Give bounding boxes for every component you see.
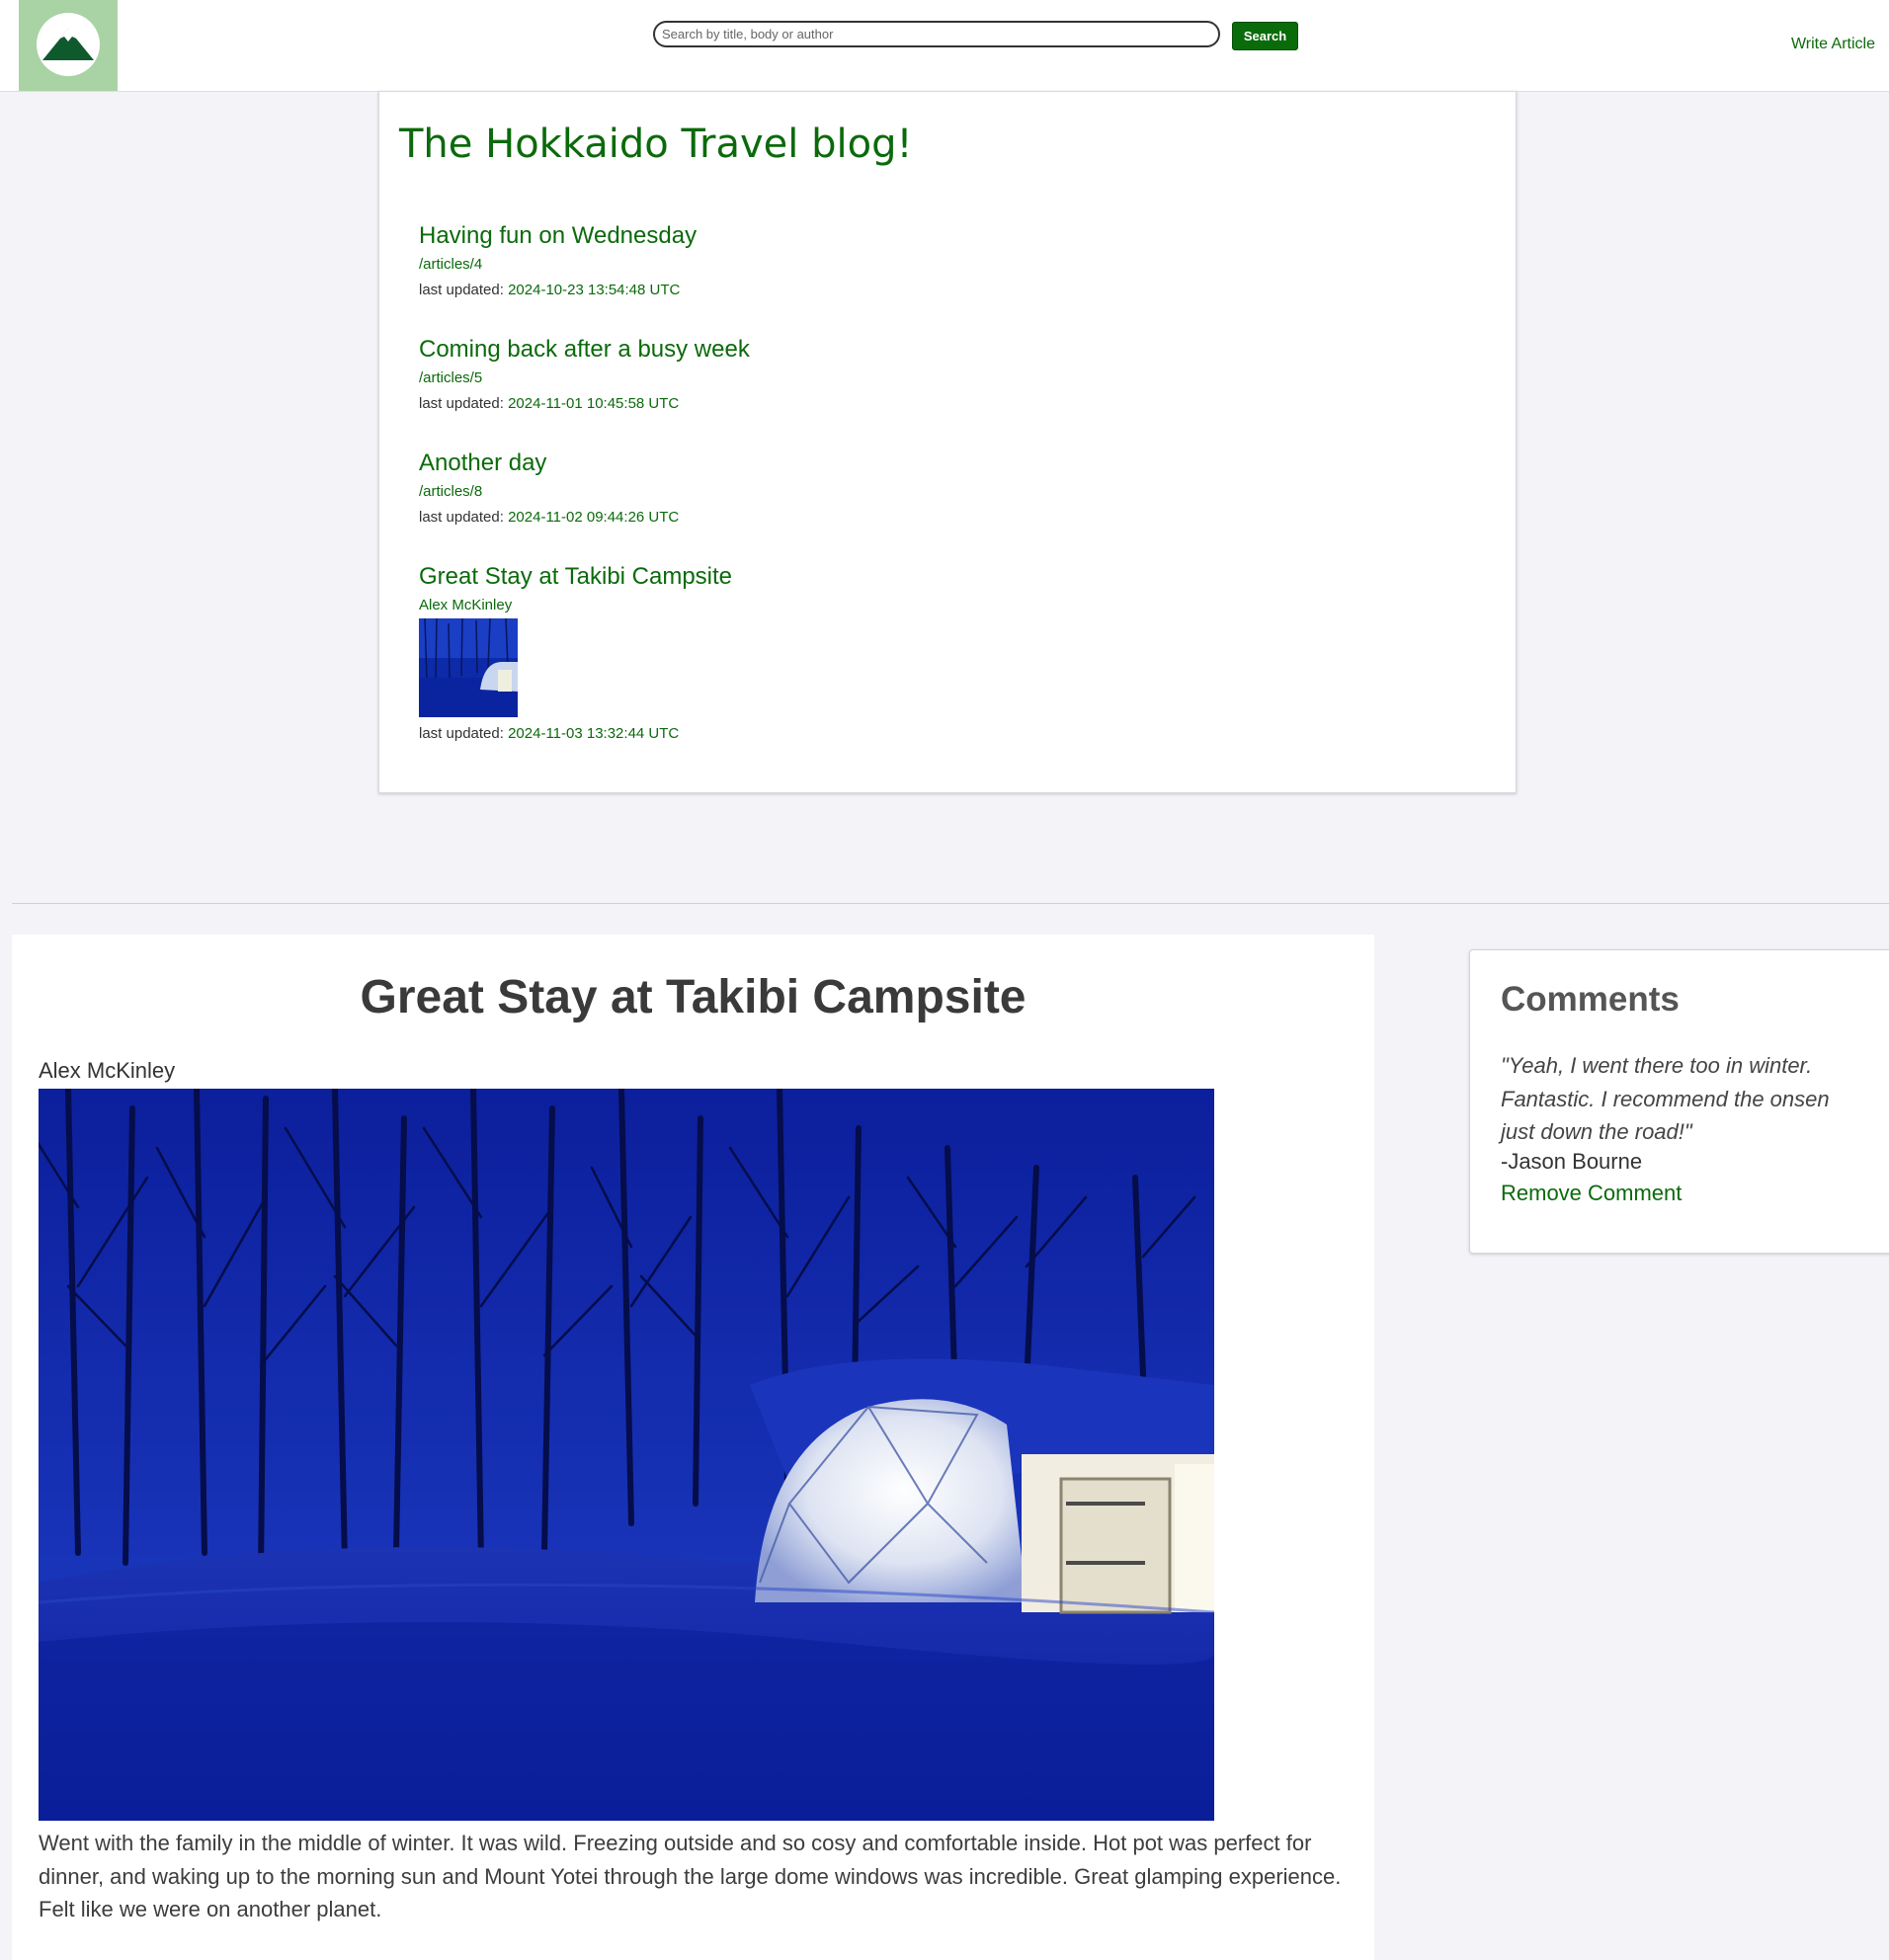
article-photo-image: [39, 1089, 1214, 1821]
article-title-link[interactable]: Another day: [419, 449, 679, 477]
site-header: Search Write Article: [0, 0, 1889, 92]
comments-title: Comments: [1501, 980, 1680, 1019]
last-updated-timestamp: 2024-10-23 13:54:48 UTC: [508, 282, 681, 298]
article-author: Alex McKinley: [39, 1058, 176, 1083]
write-article-link[interactable]: Write Article: [1791, 36, 1875, 53]
article-body: Went with the family in the middle of wi…: [39, 1831, 1342, 1921]
last-updated: last updated: 2024-11-02 09:44:26 UTC: [419, 509, 679, 527]
section-divider: [12, 903, 1889, 904]
search-input[interactable]: [653, 21, 1220, 47]
last-updated-timestamp: 2024-11-01 10:45:58 UTC: [508, 395, 680, 412]
blog-list-card: The Hokkaido Travel blog! Having fun on …: [378, 91, 1517, 793]
article-path-link[interactable]: /articles/4: [419, 256, 697, 274]
article-title-link[interactable]: Great Stay at Takibi Campsite: [419, 563, 732, 591]
remove-comment-link[interactable]: Remove Comment: [1501, 1181, 1682, 1206]
last-updated: last updated: 2024-11-03 13:32:44 UTC: [419, 725, 732, 743]
home-logo-link[interactable]: [19, 0, 118, 91]
article-title: Great Stay at Takibi Campsite: [360, 971, 1027, 1023]
article-panel: Great Stay at Takibi Campsite Alex McKin…: [12, 935, 1374, 1960]
mountain-logo-icon: [37, 13, 100, 76]
list-item: Great Stay at Takibi Campsite Alex McKin…: [419, 563, 732, 743]
last-updated-timestamp: 2024-11-02 09:44:26 UTC: [508, 509, 680, 526]
list-item: Coming back after a busy week /articles/…: [419, 336, 750, 413]
last-updated: last updated: 2024-10-23 13:54:48 UTC: [419, 282, 697, 299]
comments-panel: Comments "Yeah, I went there too in wint…: [1469, 949, 1889, 1254]
article-path-link[interactable]: /articles/5: [419, 369, 750, 387]
comment-author: -Jason Bourne: [1501, 1149, 1643, 1174]
article-title-link[interactable]: Having fun on Wednesday: [419, 222, 697, 250]
list-item: Another day /articles/8 last updated: 20…: [419, 449, 679, 527]
blog-title: The Hokkaido Travel blog!: [399, 122, 913, 167]
last-updated-label: last updated:: [419, 282, 504, 298]
article-thumbnail-image[interactable]: [419, 618, 518, 717]
article-title-link[interactable]: Coming back after a busy week: [419, 336, 750, 364]
article-author-link[interactable]: Alex McKinley: [419, 597, 732, 614]
article-path-link[interactable]: /articles/8: [419, 483, 679, 501]
search-button[interactable]: Search: [1232, 22, 1298, 50]
last-updated-label: last updated:: [419, 395, 504, 412]
last-updated: last updated: 2024-11-01 10:45:58 UTC: [419, 395, 750, 413]
list-item: Having fun on Wednesday /articles/4 last…: [419, 222, 697, 299]
comment-text: "Yeah, I went there too in winter. Fanta…: [1501, 1053, 1830, 1144]
last-updated-label: last updated:: [419, 509, 504, 526]
last-updated-label: last updated:: [419, 725, 504, 742]
last-updated-timestamp: 2024-11-03 13:32:44 UTC: [508, 725, 680, 742]
